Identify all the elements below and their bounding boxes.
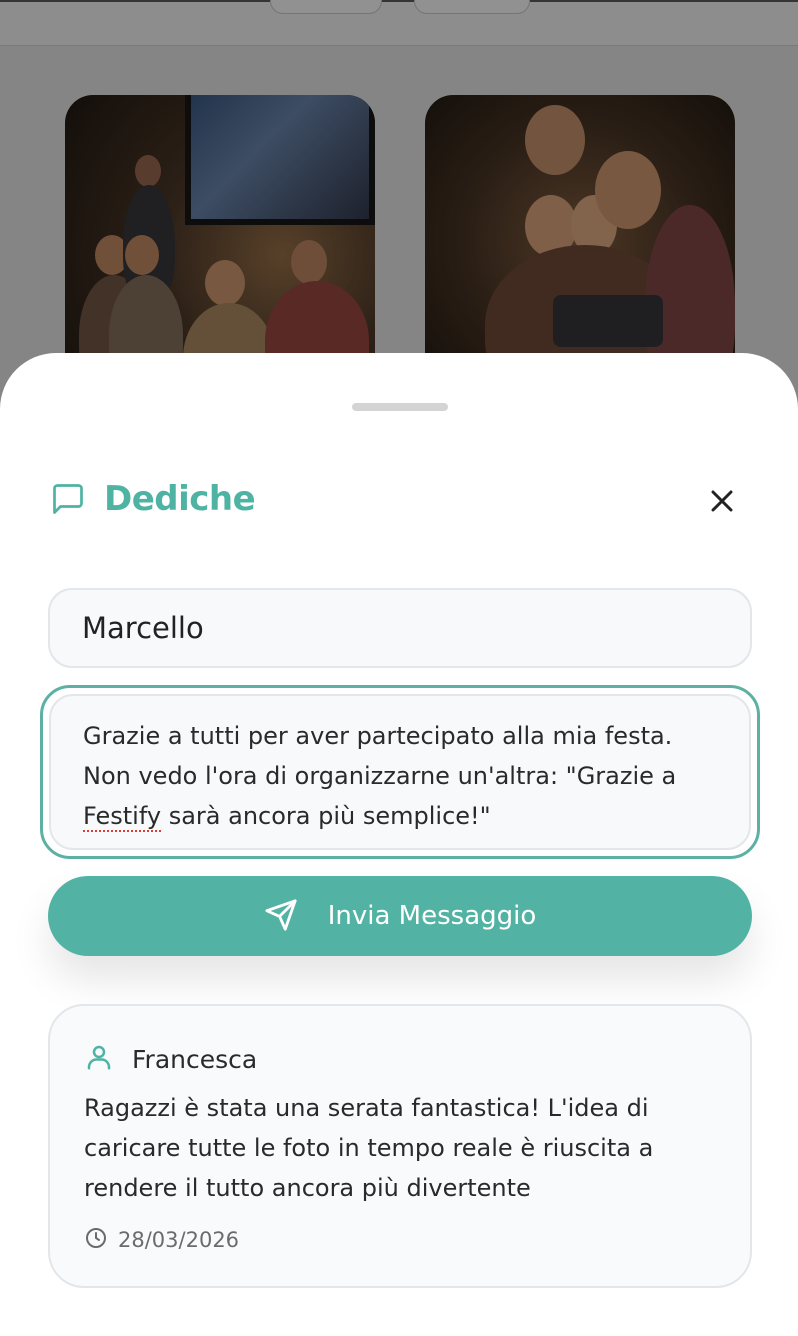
dediche-bottom-sheet: Dediche Marcello Grazie a tutti per aver… xyxy=(0,353,798,1336)
author-name: Francesca xyxy=(132,1044,258,1074)
send-button-label: Invia Messaggio xyxy=(327,901,537,931)
close-button[interactable] xyxy=(704,483,740,519)
sheet-drag-handle[interactable] xyxy=(352,403,448,411)
message-square-icon xyxy=(50,481,86,517)
message-textarea[interactable]: Grazie a tutti per aver partecipato alla… xyxy=(49,694,751,850)
message-input-focus-ring: Grazie a tutti per aver partecipato alla… xyxy=(40,685,760,859)
message-date: 28/03/2026 xyxy=(118,1228,240,1252)
close-icon xyxy=(704,490,740,522)
message-text-end: sarà ancora più semplice!" xyxy=(161,802,491,830)
sheet-header: Dediche xyxy=(50,479,740,523)
user-icon xyxy=(84,1042,114,1076)
name-input[interactable]: Marcello xyxy=(48,588,752,668)
send-icon xyxy=(264,898,298,935)
message-card: Francesca Ragazzi è stata una serata fan… xyxy=(48,1004,752,1288)
message-author: Francesca xyxy=(84,1042,257,1076)
message-text-start: Grazie a tutti per aver partecipato alla… xyxy=(83,722,677,790)
message-misspelled-word: Festify xyxy=(83,802,162,830)
sheet-title: Dediche xyxy=(104,479,256,519)
message-body: Ragazzi è stata una serata fantastica! L… xyxy=(84,1094,654,1202)
message-timestamp: 28/03/2026 xyxy=(84,1226,239,1254)
clock-icon xyxy=(84,1226,108,1254)
send-message-button[interactable]: Invia Messaggio xyxy=(48,876,752,956)
